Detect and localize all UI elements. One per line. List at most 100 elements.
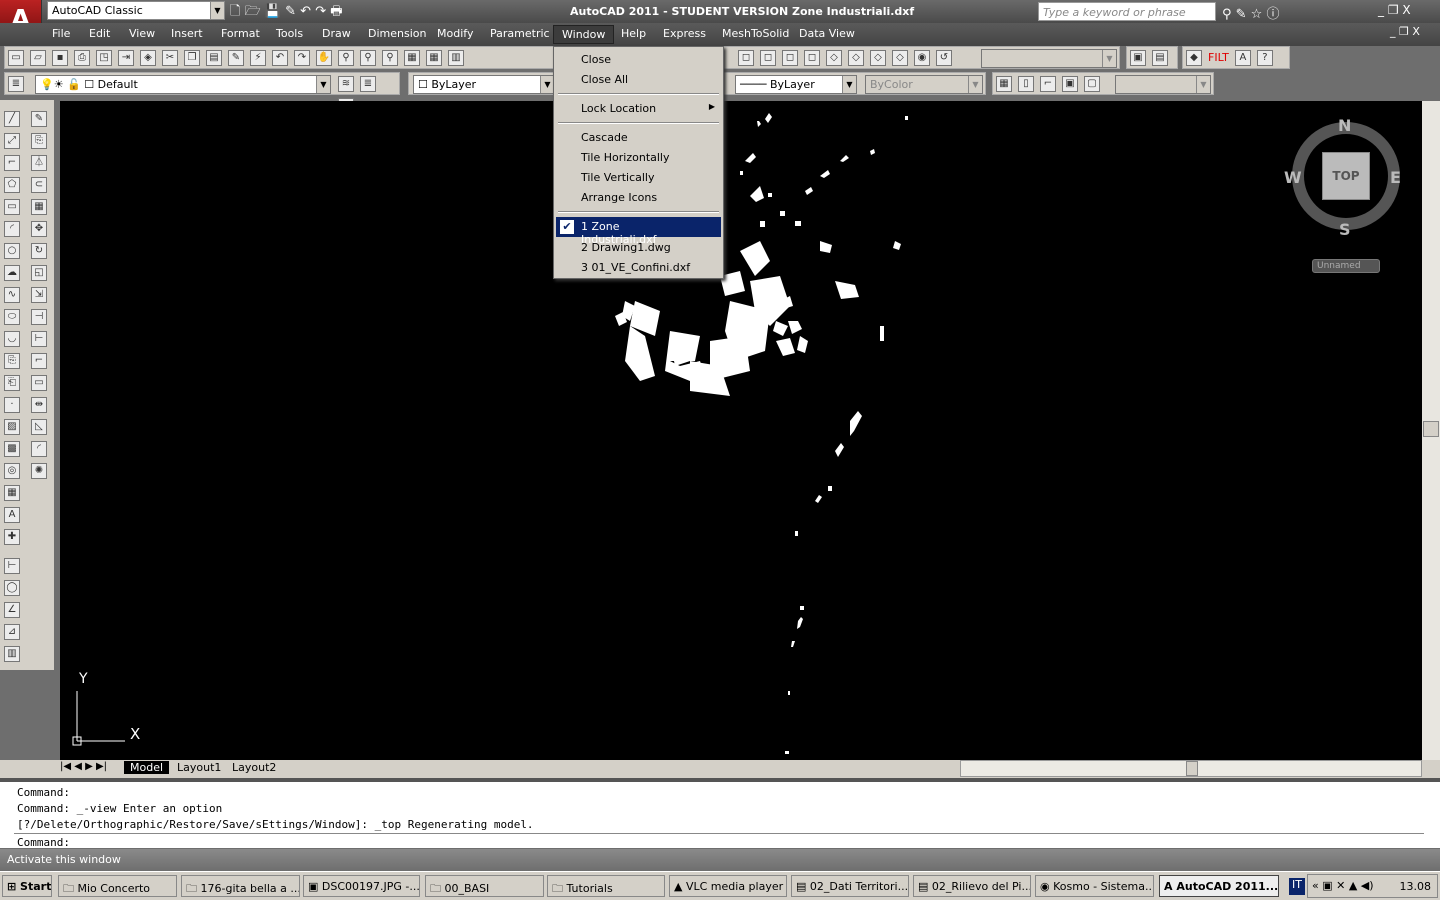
compass-east[interactable]: E <box>1390 168 1401 187</box>
iso-view-icon[interactable]: ◇ <box>870 50 886 66</box>
taskbar-item[interactable]: 🗀 Tutorials <box>547 875 665 897</box>
menu-modify[interactable]: Modify <box>437 27 473 40</box>
menu-meshtosolid[interactable]: MeshToSolid <box>722 27 789 40</box>
rectangle-icon[interactable]: ▭ <box>4 199 20 215</box>
command-input[interactable]: Command: <box>14 833 1424 849</box>
arc-icon[interactable]: ◜ <box>4 221 20 237</box>
menu-file[interactable]: File <box>52 27 70 40</box>
tab-layout1[interactable]: Layout1 <box>171 761 227 774</box>
table-icon[interactable]: ▦ <box>4 485 20 501</box>
chamfer-icon[interactable]: ◺ <box>31 419 47 435</box>
taskbar-item[interactable]: ◉ Kosmo - Sistema... <box>1035 875 1154 897</box>
horizontal-scrollbar[interactable] <box>960 760 1422 777</box>
iso-view-icon[interactable]: ◇ <box>826 50 842 66</box>
menu-item-window-2[interactable]: 2 Drawing1.dwg <box>556 238 721 258</box>
tool-palettes-icon[interactable]: ▥ <box>448 50 464 66</box>
layer-walk-icon[interactable]: ▣ <box>1130 50 1146 66</box>
taskbar-item[interactable]: ▲ VLC media player <box>669 875 787 897</box>
spline-icon[interactable]: ∿ <box>4 287 20 303</box>
stretch-icon[interactable]: ⇲ <box>31 287 47 303</box>
ucs-icon[interactable]: ↺ <box>936 50 952 66</box>
new-icon[interactable]: ▭ <box>8 50 24 66</box>
polygon-icon[interactable]: ⬠ <box>4 177 20 193</box>
menu-help[interactable]: Help <box>621 27 646 40</box>
design-center-icon[interactable]: ▦ <box>426 50 442 66</box>
mtext-icon[interactable]: A <box>4 507 20 523</box>
scroll-thumb[interactable] <box>1186 761 1198 776</box>
break-at-point-icon[interactable]: ⌐ <box>31 353 47 369</box>
menu-view[interactable]: View <box>129 27 155 40</box>
layer-manager-icon[interactable]: ≣ <box>8 76 24 92</box>
help-icon[interactable]: ? <box>1256 50 1273 66</box>
zoom-previous-icon[interactable]: ⚲ <box>382 50 398 66</box>
taskbar-item[interactable]: 🗀 176-gita bella a ... <box>181 875 300 897</box>
menu-item-lock-location[interactable]: Lock Location ▶ <box>556 99 721 119</box>
circle-icon[interactable]: ○ <box>4 243 20 259</box>
color-select[interactable]: ☐ ByLayer ▼ <box>413 75 555 94</box>
polyline-icon[interactable]: ⌐ <box>4 155 20 171</box>
window-controls[interactable]: _ ❐ X <box>1378 3 1411 17</box>
compass-south[interactable]: S <box>1339 220 1351 239</box>
convert-viewport-icon[interactable]: ▣ <box>1062 76 1078 92</box>
make-block-icon[interactable]: ⎗ <box>4 375 20 391</box>
language-indicator[interactable]: IT <box>1289 878 1305 895</box>
menu-dimension[interactable]: Dimension <box>368 27 426 40</box>
match-properties-icon[interactable]: ✎ <box>228 50 244 66</box>
taskbar-item[interactable]: ▤ 02_Dati Territori... <box>791 875 909 897</box>
offset-icon[interactable]: ⊂ <box>31 177 47 193</box>
add-selected-icon[interactable]: ✚ <box>4 529 20 545</box>
menu-item-close[interactable]: Close <box>556 50 721 70</box>
preview-icon[interactable]: ◳ <box>96 50 112 66</box>
scale-icon[interactable]: ◱ <box>31 265 47 281</box>
point-icon[interactable]: · <box>4 397 20 413</box>
linetype-select[interactable]: ──── ByLayer ▼ <box>735 75 857 94</box>
cut-icon[interactable]: ✂ <box>162 50 178 66</box>
tab-navigation-arrows[interactable]: |◀ ◀ ▶ ▶| <box>60 761 107 772</box>
taskbar-item[interactable]: ▤ 02_Rilievo del Pi... <box>913 875 1031 897</box>
3d-dwf-icon[interactable]: ◈ <box>140 50 156 66</box>
menu-parametric[interactable]: Parametric <box>490 27 550 40</box>
ucs-menu[interactable]: Unnamed <box>1312 259 1380 273</box>
radius-dim-icon[interactable]: ◯ <box>4 580 20 596</box>
insert-block-icon[interactable]: ⎘ <box>4 353 20 369</box>
viewcube-face-top[interactable]: TOP <box>1322 152 1370 200</box>
layer-previous-icon[interactable]: ≣ <box>360 76 376 92</box>
tab-model[interactable]: Model <box>124 761 170 774</box>
line-icon[interactable]: ╱ <box>4 111 20 127</box>
save-icon[interactable]: ▪ <box>52 50 68 66</box>
construction-line-icon[interactable]: ⤢ <box>4 133 20 149</box>
copy-icon[interactable]: ❐ <box>184 50 200 66</box>
compass-west[interactable]: W <box>1284 168 1302 187</box>
array-icon[interactable]: ▦ <box>31 199 47 215</box>
menu-item-close-all[interactable]: Close All <box>556 70 721 90</box>
named-view-select[interactable]: ▼ <box>981 49 1117 68</box>
join-icon[interactable]: ⇹ <box>31 397 47 413</box>
open-icon[interactable]: ▱ <box>30 50 46 66</box>
pan-icon[interactable]: ✋ <box>316 50 332 66</box>
iso-view-icon[interactable]: ◇ <box>892 50 908 66</box>
menu-window[interactable]: Window <box>553 25 615 44</box>
menu-item-tile-vertically[interactable]: Tile Vertically <box>556 168 721 188</box>
search-input[interactable]: Type a keyword or phrase <box>1038 2 1216 21</box>
block-editor-icon[interactable]: ⚡ <box>250 50 266 66</box>
ellipse-arc-icon[interactable]: ◡ <box>4 331 20 347</box>
plotstyle-select[interactable]: ByColor ▼ <box>865 75 983 94</box>
trim-icon[interactable]: ⊣ <box>31 309 47 325</box>
tab-layout2[interactable]: Layout2 <box>226 761 282 774</box>
mirror-icon[interactable]: ⏃ <box>31 155 47 171</box>
text-fit-icon[interactable]: A <box>1234 50 1251 66</box>
aligned-dim-icon[interactable]: ⊿ <box>4 624 20 640</box>
menu-item-tile-horizontally[interactable]: Tile Horizontally <box>556 148 721 168</box>
ellipse-icon[interactable]: ⬭ <box>4 309 20 325</box>
erase-icon[interactable]: ✎ <box>31 111 47 127</box>
taskbar-item[interactable]: ▣ DSC00197.JPG -... <box>303 875 420 897</box>
paste-icon[interactable]: ▤ <box>206 50 222 66</box>
zoom-window-icon[interactable]: ⚲ <box>360 50 376 66</box>
layer-states-icon[interactable]: ▤ <box>1152 50 1168 66</box>
menu-data-view[interactable]: Data View <box>799 27 855 40</box>
view-cube-icon[interactable]: ◻ <box>760 50 776 66</box>
express-icon[interactable]: ◆ <box>1186 50 1202 66</box>
revcloud-icon[interactable]: ☁ <box>4 265 20 281</box>
menu-item-cascade[interactable]: Cascade <box>556 128 721 148</box>
clip-viewport-icon[interactable]: ▢ <box>1084 76 1100 92</box>
